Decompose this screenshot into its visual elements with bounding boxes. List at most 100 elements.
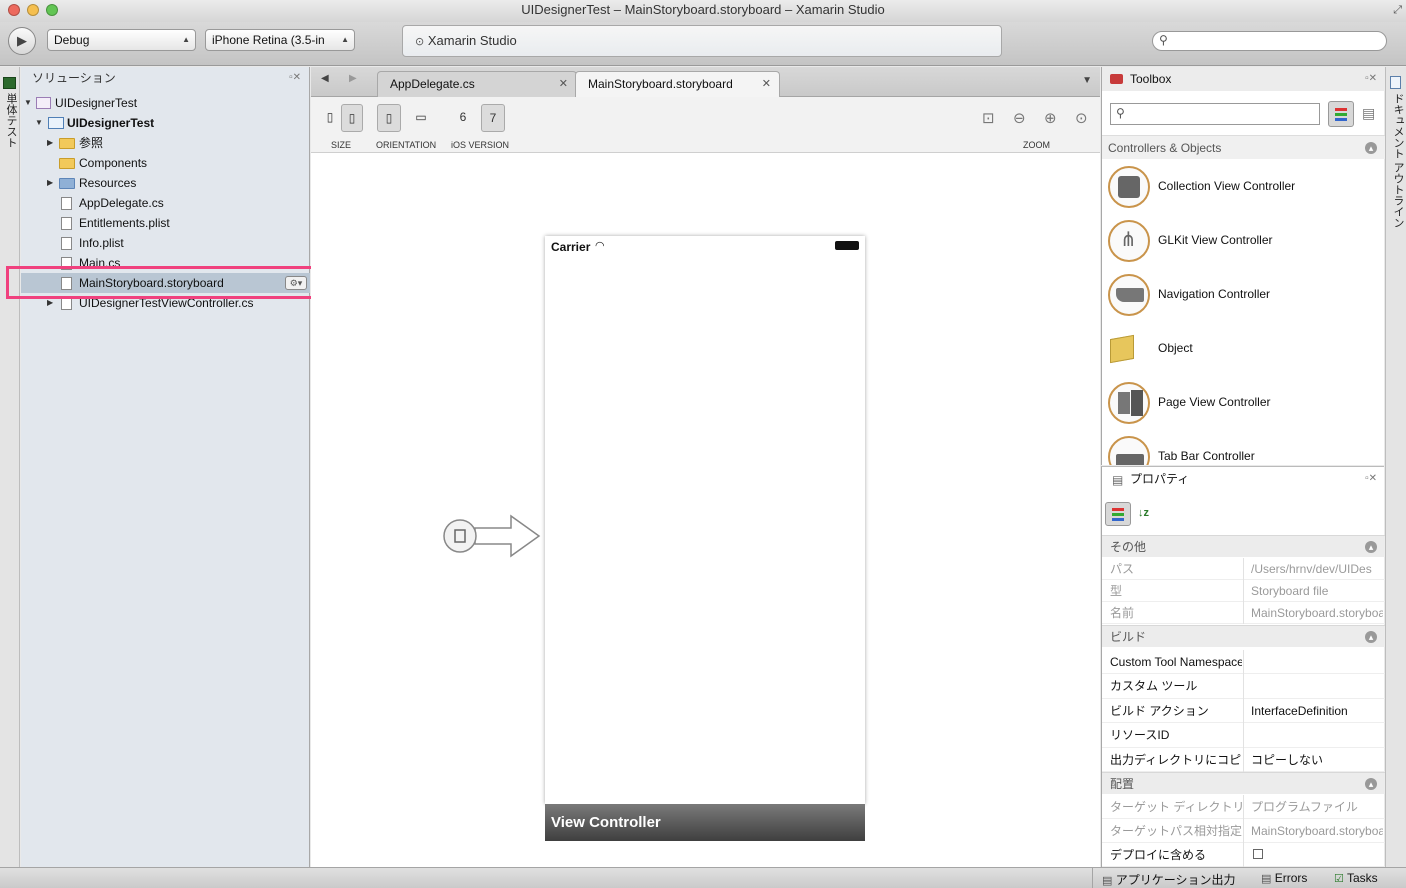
updown-icon: ▲ xyxy=(341,35,349,44)
tree-item-entitlements[interactable]: Entitlements.plist xyxy=(21,213,310,233)
output-icon: ▤ xyxy=(1102,875,1113,887)
toolbox-search[interactable]: ⚲ xyxy=(1110,103,1320,125)
folder-icon xyxy=(59,178,75,189)
tree-item-infoplist[interactable]: Info.plist xyxy=(21,233,310,253)
toolbox-item-tab-bar-controller[interactable]: Tab Bar Controller xyxy=(1102,430,1385,465)
deploy-checkbox[interactable] xyxy=(1253,849,1263,859)
disclosure-open-icon[interactable]: ▼ xyxy=(24,93,32,113)
object-cube-icon xyxy=(1110,334,1134,364)
tasks-button[interactable]: ☑ Tasks xyxy=(1334,871,1378,885)
property-section-other[interactable]: その他 ▴ xyxy=(1102,535,1385,557)
collapse-icon[interactable]: ▴ xyxy=(1365,142,1377,154)
property-row[interactable]: ビルド アクション InterfaceDefinition xyxy=(1102,699,1385,723)
size-small-button[interactable]: ▯ xyxy=(319,104,341,132)
tree-item-solution[interactable]: ▼ UIDesignerTest xyxy=(21,93,310,113)
disclosure-closed-icon[interactable]: ▶ xyxy=(47,173,53,193)
cs-file-icon xyxy=(61,197,72,210)
toolbox-item-glkit-view-controller[interactable]: ⋔ GLKit View Controller xyxy=(1102,214,1385,268)
initial-segue-arrow[interactable] xyxy=(441,514,543,558)
tree-item-references[interactable]: ▶ 参照 xyxy=(21,133,310,153)
toolbox-item-collection-view-controller[interactable]: Collection View Controller xyxy=(1102,160,1385,214)
zoom-fit-icon[interactable]: ⊡ xyxy=(982,109,995,127)
zoom-window-button[interactable] xyxy=(46,4,58,16)
tab-list-icon[interactable]: ▼ xyxy=(1082,75,1092,86)
application-output-button[interactable]: ▤ アプリケーション出力 xyxy=(1102,871,1236,888)
property-row[interactable]: カスタム ツール xyxy=(1102,674,1385,699)
property-row[interactable]: 出力ディレクトリにコピー コピーしない xyxy=(1102,748,1385,772)
document-outline-tab[interactable]: ドキュメント アウトライン xyxy=(1390,93,1406,228)
property-row[interactable]: リソースID xyxy=(1102,723,1385,748)
tab-bar: ◀ ▶ AppDelegate.cs ✕ MainStoryboard.stor… xyxy=(311,67,1100,97)
category-view-button[interactable] xyxy=(1328,101,1354,127)
window-title: UIDesignerTest – MainStoryboard.storyboa… xyxy=(521,2,885,17)
tab-appdelegate[interactable]: AppDelegate.cs ✕ xyxy=(377,71,577,97)
unit-test-tab[interactable]: 単体テスト xyxy=(3,93,19,148)
tab-mainstoryboard[interactable]: MainStoryboard.storyboard ✕ xyxy=(575,71,780,97)
toolbox-item-page-view-controller[interactable]: Page View Controller xyxy=(1102,376,1385,430)
unit-test-strip[interactable]: 単体テスト xyxy=(0,67,20,867)
toolbox-item-object[interactable]: Object xyxy=(1102,322,1385,376)
unit-test-icon xyxy=(3,77,16,89)
property-row[interactable]: 名前 MainStoryboard.storyboard xyxy=(1102,602,1385,624)
portrait-icon: ▯ xyxy=(385,111,393,125)
sort-alpha-icon[interactable]: ↓z xyxy=(1138,507,1149,519)
fullscreen-icon[interactable]: ⤢ xyxy=(1393,0,1402,20)
toolbox-search-input[interactable] xyxy=(1133,107,1313,121)
close-icon[interactable]: ✕ xyxy=(762,72,771,96)
property-row[interactable]: デプロイに含める xyxy=(1102,843,1385,867)
errors-button[interactable]: ▤ Errors xyxy=(1261,871,1307,885)
designer-toolbar: ▯ ▯ SIZE ▯ ▭ ORIENTATION 6 7 iOS VERSION… xyxy=(311,97,1100,153)
errors-icon: ▤ xyxy=(1261,873,1272,885)
zoom-out-icon[interactable]: ⊖ xyxy=(1013,109,1026,127)
global-search[interactable]: ⚲ xyxy=(1152,31,1387,51)
tree-item-project[interactable]: ▼ UIDesignerTest xyxy=(21,113,310,133)
property-row[interactable]: パス/Users/hrnv/dev/UIDes xyxy=(1102,558,1385,580)
run-button[interactable]: ▶ xyxy=(8,27,36,55)
scene-dock[interactable]: View Controller xyxy=(545,804,865,841)
disclosure-closed-icon[interactable]: ▶ xyxy=(47,133,53,153)
size-large-button[interactable]: ▯ xyxy=(341,104,363,132)
device-select[interactable]: iPhone Retina (3.5-in ▲ xyxy=(205,29,355,51)
solution-pad-header: ソリューション ▫✕ xyxy=(21,67,309,89)
search-input[interactable] xyxy=(1175,34,1375,48)
pad-close-icon[interactable]: ▫✕ xyxy=(1365,467,1377,491)
minimize-window-button[interactable] xyxy=(27,4,39,16)
zoom-actual-icon[interactable]: ⊙ xyxy=(1075,109,1088,127)
toolbox-pad: Toolbox ▫✕ ⚲ ▤ Controllers & Objects ▴ C… xyxy=(1101,67,1385,465)
property-section-deploy[interactable]: 配置 ▴ xyxy=(1102,772,1385,794)
collapse-icon[interactable]: ▴ xyxy=(1365,778,1377,790)
close-window-button[interactable] xyxy=(8,4,20,16)
property-row[interactable]: ターゲットパス相対指定 MainStoryboard.storyboard xyxy=(1102,819,1385,843)
zoom-in-icon[interactable]: ⊕ xyxy=(1044,109,1057,127)
tree-item-appdelegate[interactable]: AppDelegate.cs xyxy=(21,193,310,213)
glkit-icon: ⋔ xyxy=(1108,220,1150,262)
status-bar: ▤ アプリケーション出力 ▤ Errors ☑ Tasks xyxy=(0,867,1406,888)
property-section-build[interactable]: ビルド ▴ xyxy=(1102,625,1385,647)
toolbox-item-navigation-controller[interactable]: Navigation Controller xyxy=(1102,268,1385,322)
portrait-button[interactable]: ▯ xyxy=(377,104,401,132)
tree-item-resources[interactable]: ▶ Resources xyxy=(21,173,310,193)
configuration-select[interactable]: Debug ▲ xyxy=(47,29,196,51)
document-outline-strip[interactable]: ドキュメント アウトライン xyxy=(1385,67,1406,867)
tasks-icon: ☑ xyxy=(1334,873,1344,885)
property-row[interactable]: ターゲット ディレクトリ プログラムファイル xyxy=(1102,795,1385,819)
design-canvas[interactable]: Carrier ◠ View Controller xyxy=(311,154,1100,867)
pad-close-icon[interactable]: ▫✕ xyxy=(289,67,301,89)
ios6-button[interactable]: 6 xyxy=(452,104,474,132)
tree-item-components[interactable]: Components xyxy=(21,153,310,173)
landscape-button[interactable]: ▭ xyxy=(409,104,433,132)
back-arrow-icon[interactable]: ◀ xyxy=(321,73,329,84)
forward-arrow-icon[interactable]: ▶ xyxy=(349,73,357,84)
property-row[interactable]: 型 Storyboard file xyxy=(1102,580,1385,602)
compact-view-icon[interactable]: ▤ xyxy=(1362,105,1375,122)
collapse-icon[interactable]: ▴ xyxy=(1365,541,1377,553)
ios7-button[interactable]: 7 xyxy=(481,104,505,132)
view-controller-scene[interactable]: Carrier ◠ xyxy=(545,236,865,804)
property-row[interactable]: Custom Tool Namespace xyxy=(1102,650,1385,674)
toolbox-category[interactable]: Controllers & Objects ▴ xyxy=(1102,135,1385,159)
disclosure-open-icon[interactable]: ▼ xyxy=(35,113,43,133)
close-icon[interactable]: ✕ xyxy=(559,72,568,96)
collapse-icon[interactable]: ▴ xyxy=(1365,631,1377,643)
pad-close-icon[interactable]: ▫✕ xyxy=(1365,67,1377,91)
categorized-button[interactable] xyxy=(1105,502,1131,526)
